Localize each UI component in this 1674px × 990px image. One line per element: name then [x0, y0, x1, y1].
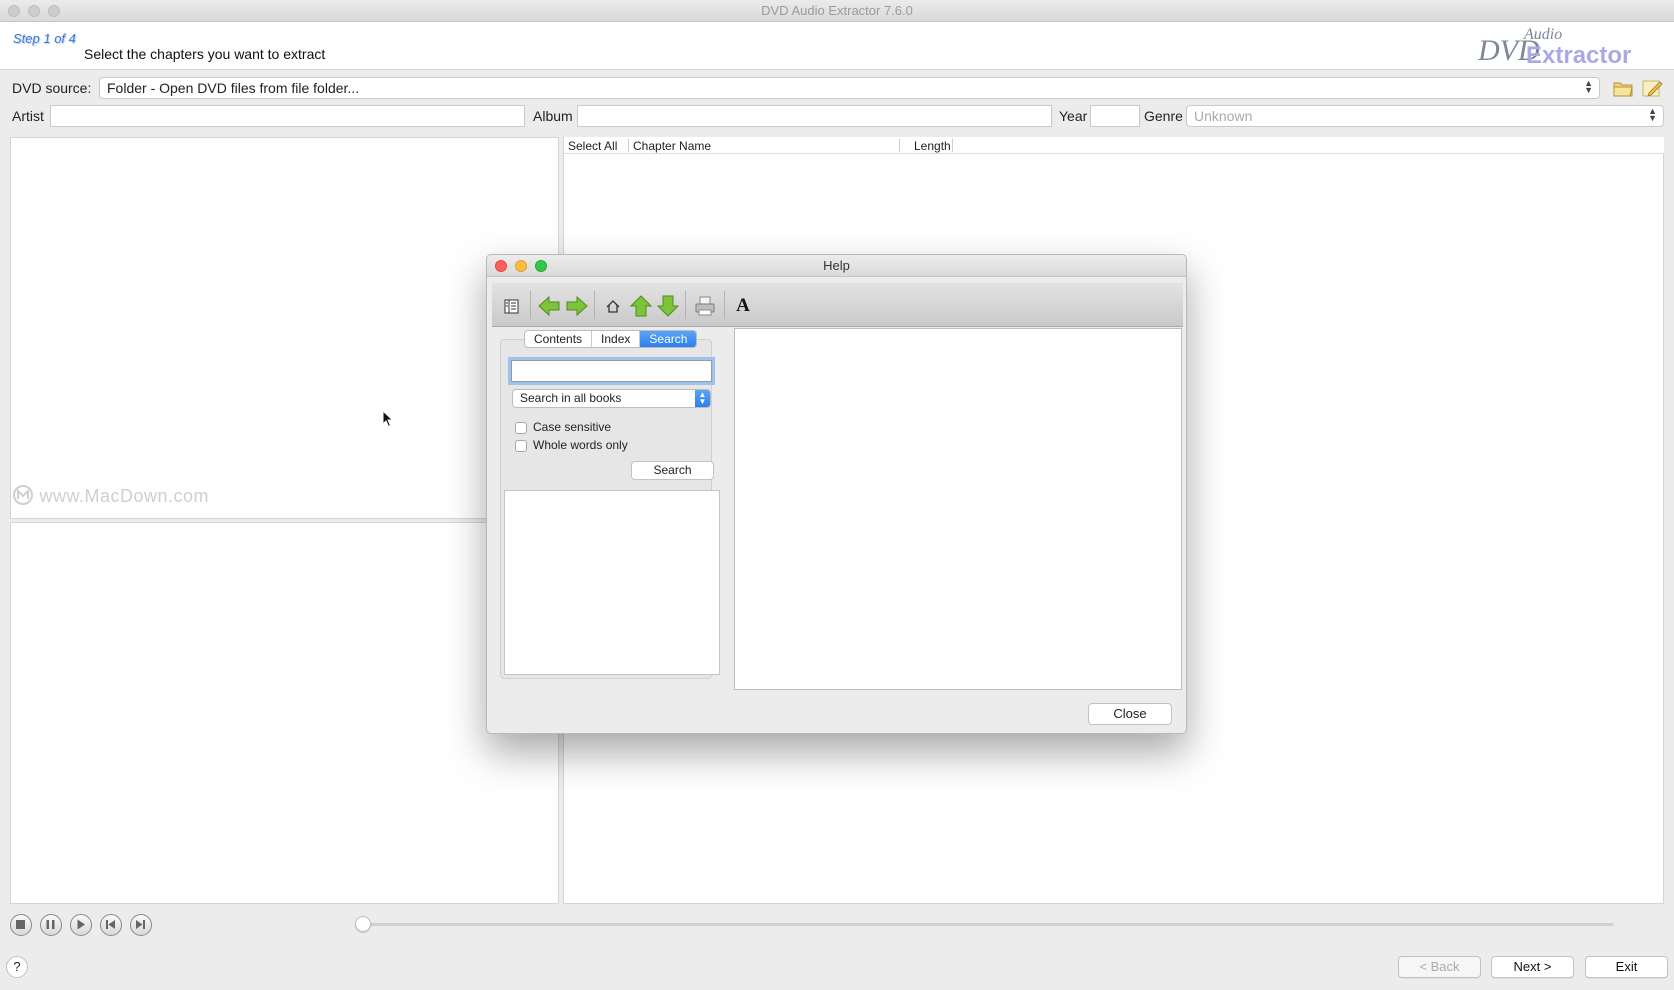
down-arrow-icon[interactable]	[655, 293, 681, 319]
column-divider	[628, 139, 629, 152]
help-search-input[interactable]	[511, 360, 712, 382]
skip-back-icon	[106, 920, 115, 929]
back-button[interactable]: < Back	[1398, 956, 1481, 978]
window-titlebar: DVD Audio Extractor 7.6.0	[0, 0, 1674, 22]
column-divider	[899, 139, 900, 152]
case-sensitive-label: Case sensitive	[533, 420, 612, 434]
watermark-text: www.MacDown.com	[39, 486, 210, 506]
search-results-list[interactable]	[504, 490, 720, 675]
forward-arrow-icon[interactable]	[564, 293, 590, 319]
toolbar-separator	[530, 291, 531, 319]
genre-label: Genre	[1144, 108, 1183, 124]
video-preview-pane	[10, 137, 559, 519]
font-size-icon[interactable]: A	[730, 293, 756, 319]
home-icon[interactable]	[600, 293, 626, 319]
play-button[interactable]	[70, 914, 92, 936]
dvd-source-label: DVD source:	[12, 80, 92, 96]
chevron-updown-icon: ▲ ▼	[1584, 78, 1593, 95]
toggle-sidebar-icon[interactable]	[498, 293, 524, 319]
exit-button[interactable]: Exit	[1585, 956, 1668, 978]
help-dialog: Help A Contents Index Search Search in a…	[486, 254, 1187, 734]
help-dialog-titlebar: Help	[487, 255, 1186, 277]
position-slider-knob[interactable]	[355, 916, 371, 932]
album-label: Album	[533, 108, 573, 124]
skip-forward-icon	[136, 920, 145, 929]
app-logo: DVD Audio Extractor	[1478, 26, 1638, 69]
tab-search[interactable]: Search	[640, 331, 697, 347]
search-scope-value: Search in all books	[520, 391, 622, 405]
toolbar-separator	[594, 291, 595, 319]
back-arrow-icon[interactable]	[536, 293, 562, 319]
help-tabs: Contents Index Search	[524, 330, 698, 348]
next-track-button[interactable]	[130, 914, 152, 936]
pause-icon	[46, 920, 55, 929]
disc-tree-pane	[10, 522, 559, 904]
year-label: Year	[1059, 108, 1088, 124]
chapter-list-header: Select All Chapter Name Length	[564, 137, 1664, 154]
previous-button[interactable]	[100, 914, 122, 936]
print-icon[interactable]	[692, 293, 718, 319]
tab-index[interactable]: Index	[592, 331, 641, 347]
search-button[interactable]: Search	[631, 461, 714, 480]
next-button[interactable]: Next >	[1491, 956, 1574, 978]
edit-pencil-icon[interactable]	[1641, 77, 1663, 99]
watermark-logo-icon	[13, 485, 33, 505]
artist-label: Artist	[12, 108, 44, 124]
column-select-all[interactable]: Select All	[568, 139, 617, 153]
stop-button[interactable]	[10, 914, 32, 936]
position-slider-track[interactable]	[362, 923, 1614, 926]
artist-input[interactable]	[50, 105, 525, 127]
help-content-view[interactable]	[734, 328, 1182, 690]
column-chapter-name[interactable]: Chapter Name	[633, 139, 711, 153]
whole-words-label: Whole words only	[533, 438, 628, 452]
stop-icon	[16, 920, 25, 929]
step-indicator: Step 1 of 4	[13, 31, 76, 46]
toolbar-separator	[724, 291, 725, 319]
album-input[interactable]	[577, 105, 1052, 127]
column-length[interactable]: Length	[914, 139, 951, 153]
close-button[interactable]: Close	[1088, 703, 1172, 725]
help-button[interactable]: ?	[6, 956, 28, 978]
help-dialog-title: Help	[823, 258, 850, 273]
genre-value: Unknown	[1194, 108, 1253, 124]
column-divider	[952, 139, 953, 152]
watermark: www.MacDown.com	[12, 484, 209, 507]
genre-select[interactable]: Unknown ▲ ▼	[1186, 105, 1664, 127]
pause-button[interactable]	[40, 914, 62, 936]
dvd-source-select[interactable]: Folder - Open DVD files from file folder…	[99, 77, 1600, 99]
case-sensitive-checkbox[interactable]	[515, 422, 527, 434]
mouse-cursor-icon	[382, 410, 394, 428]
window-title: DVD Audio Extractor 7.6.0	[761, 3, 913, 18]
step-instruction: Select the chapters you want to extract	[84, 46, 326, 62]
up-arrow-icon[interactable]	[628, 293, 654, 319]
logo-extractor: Extractor	[1526, 42, 1632, 69]
help-toolbar: A	[492, 283, 1183, 327]
chevron-updown-icon: ▲ ▼	[1648, 106, 1657, 123]
open-folder-icon[interactable]	[1612, 77, 1634, 99]
tab-contents[interactable]: Contents	[525, 331, 593, 347]
play-icon	[77, 919, 85, 930]
dvd-source-value: Folder - Open DVD files from file folder…	[107, 80, 360, 96]
whole-words-checkbox[interactable]	[515, 440, 527, 452]
wizard-header: Step 1 of 4 Select the chapters you want…	[0, 22, 1674, 70]
search-scope-select[interactable]: Search in all books ▲ ▼	[512, 389, 711, 408]
toolbar-separator	[685, 291, 686, 319]
year-input[interactable]	[1090, 105, 1140, 127]
chevron-updown-icon: ▲ ▼	[695, 390, 710, 407]
